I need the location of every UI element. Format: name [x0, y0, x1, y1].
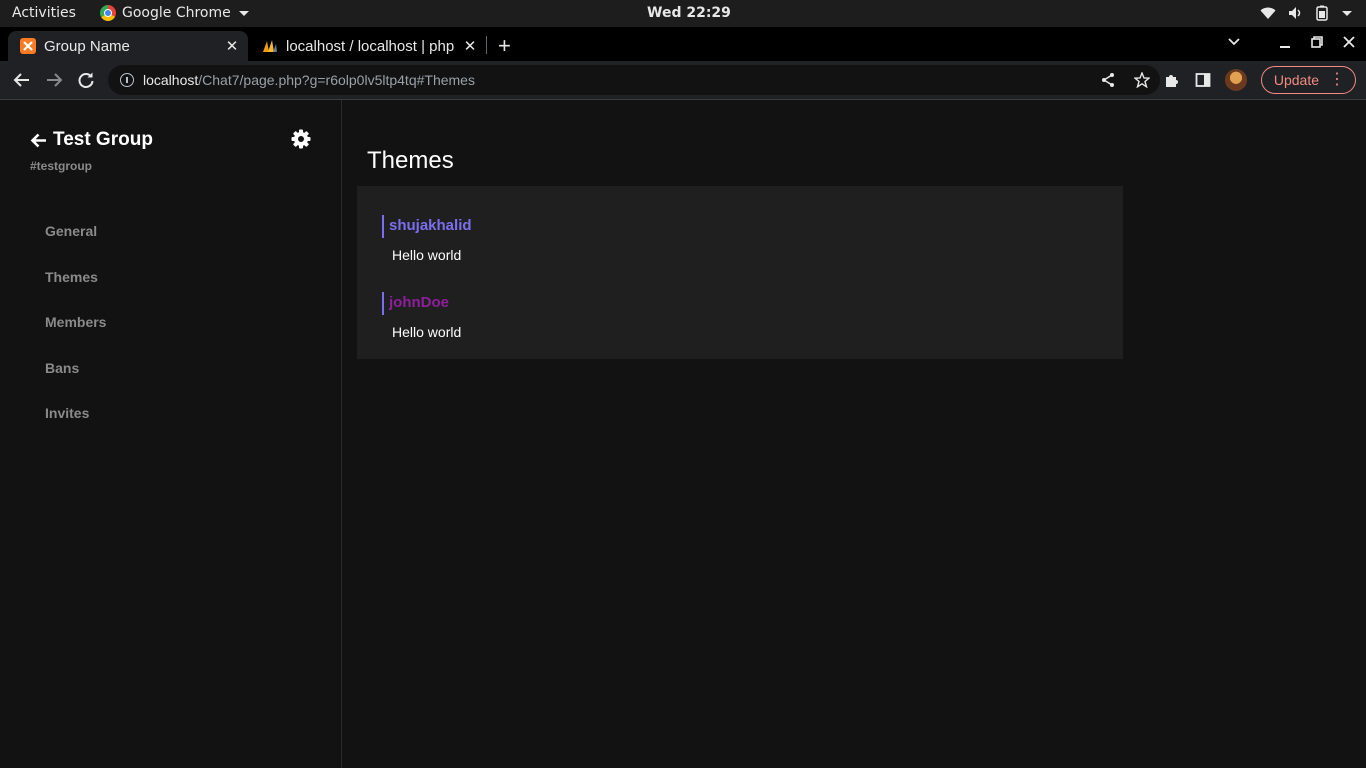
- tab-group-name[interactable]: Group Name ✕: [8, 31, 248, 61]
- forward-arrow-icon[interactable]: [44, 70, 64, 90]
- url-text[interactable]: localhost/Chat7/page.php?g=r6olp0lv5ltp4…: [143, 72, 475, 88]
- site-info-icon[interactable]: [120, 73, 134, 87]
- theme-preview: shujakhalid Hello world johnDoe Hello wo…: [357, 186, 1123, 359]
- browser-toolbar: localhost/Chat7/page.php?g=r6olp0lv5ltp4…: [0, 61, 1366, 100]
- group-name: Test Group: [53, 129, 153, 150]
- message-text: Hello world: [392, 324, 462, 340]
- xampp-favicon-icon: [20, 38, 36, 54]
- tab-search-chevron-icon[interactable]: [1228, 38, 1240, 46]
- group-tag: #testgroup: [30, 159, 93, 173]
- new-tab-button[interactable]: +: [498, 33, 511, 59]
- chat-message: shujakhalid Hello world: [382, 215, 472, 263]
- window-controls: [1228, 35, 1356, 49]
- address-bar[interactable]: localhost/Chat7/page.php?g=r6olp0lv5ltp4…: [108, 65, 1160, 95]
- clock[interactable]: Wed 22:29: [647, 5, 731, 21]
- update-button[interactable]: Update ⋮: [1260, 66, 1356, 94]
- side-panel-icon[interactable]: [1195, 72, 1211, 88]
- minimize-icon[interactable]: [1278, 35, 1292, 49]
- back-arrow-icon[interactable]: [12, 70, 32, 90]
- system-top-bar: Activities Google Chrome Wed 22:29: [0, 0, 1366, 27]
- chrome-logo-icon: [100, 5, 116, 21]
- back-arrow-icon[interactable]: [30, 132, 47, 149]
- settings-sidebar: Test Group #testgroup General Themes Mem…: [0, 100, 342, 768]
- system-tray[interactable]: [1260, 5, 1352, 21]
- message-username: johnDoe: [382, 292, 461, 315]
- tab-title: Group Name: [44, 37, 130, 55]
- profile-avatar[interactable]: [1224, 69, 1247, 91]
- app-name: Google Chrome: [122, 5, 231, 21]
- chevron-down-icon: [238, 10, 249, 16]
- close-window-icon[interactable]: [1342, 35, 1356, 49]
- tab-phpmyadmin[interactable]: localhost / localhost | php ✕: [250, 31, 486, 61]
- app-menu[interactable]: Google Chrome: [100, 5, 249, 21]
- close-icon[interactable]: ✕: [460, 37, 480, 55]
- battery-icon: [1316, 5, 1328, 21]
- gear-icon[interactable]: [291, 129, 311, 149]
- message-username: shujakhalid: [382, 215, 472, 238]
- extensions-puzzle-icon[interactable]: [1163, 71, 1181, 89]
- tab-title: localhost / localhost | php: [286, 37, 455, 55]
- more-menu-icon: ⋮: [1329, 71, 1345, 88]
- sidebar-item-members[interactable]: Members: [45, 313, 106, 359]
- tab-strip: Group Name ✕ localhost / localhost | php…: [0, 27, 1366, 61]
- activities-button[interactable]: Activities: [12, 5, 76, 21]
- toolbar-actions: Update ⋮: [1163, 66, 1356, 94]
- chat-message: johnDoe Hello world: [382, 292, 461, 340]
- chevron-down-icon: [1342, 10, 1352, 16]
- restore-icon[interactable]: [1310, 35, 1324, 49]
- phpmyadmin-favicon-icon: [263, 40, 277, 52]
- close-icon[interactable]: ✕: [222, 37, 242, 55]
- tab-divider: [486, 36, 487, 54]
- sidebar-item-general[interactable]: General: [45, 222, 106, 268]
- sidebar-item-invites[interactable]: Invites: [45, 404, 106, 450]
- sidebar-item-themes[interactable]: Themes: [45, 268, 106, 314]
- message-text: Hello world: [392, 247, 462, 263]
- group-header: Test Group: [30, 129, 153, 151]
- settings-nav: General Themes Members Bans Invites: [45, 222, 106, 450]
- bookmark-star-icon[interactable]: [1134, 72, 1150, 88]
- update-label: Update: [1273, 72, 1319, 88]
- volume-icon: [1289, 7, 1301, 19]
- page-title: Themes: [367, 147, 454, 174]
- wifi-icon: [1260, 7, 1276, 19]
- main-content: Themes shujakhalid Hello world johnDoe H…: [342, 100, 1366, 768]
- reload-icon[interactable]: [76, 70, 96, 90]
- share-icon[interactable]: [1100, 72, 1116, 88]
- sidebar-item-bans[interactable]: Bans: [45, 359, 106, 405]
- page: Test Group #testgroup General Themes Mem…: [0, 100, 1366, 768]
